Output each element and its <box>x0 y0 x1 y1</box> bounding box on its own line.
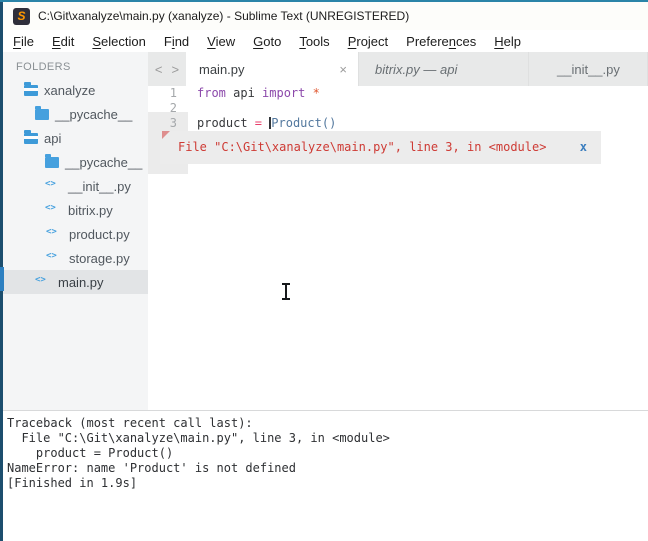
console-line: product = Product() <box>7 446 174 460</box>
code-line-1: from api import * <box>197 86 336 101</box>
menu-help[interactable]: Help <box>485 33 530 50</box>
tab-bitrix-py[interactable]: bitrix.py — api <box>358 52 528 86</box>
mouse-ibeam-cursor <box>281 283 291 300</box>
sidebar-item-storage-py[interactable]: storage.py <box>3 246 148 270</box>
sidebar-item-label: xanalyze <box>44 82 96 98</box>
tab-history-nav: < > <box>148 52 186 86</box>
window-border-top <box>0 0 648 2</box>
ibeam-stem <box>285 284 287 299</box>
tab-init-py[interactable]: __init__.py <box>528 52 648 86</box>
error-marker-icon <box>162 131 170 139</box>
menu-project[interactable]: Project <box>339 33 397 50</box>
sidebar-item-product-py[interactable]: product.py <box>3 222 148 246</box>
console-line: [Finished in 1.9s] <box>7 476 138 490</box>
sidebar-item-label: api <box>44 130 62 146</box>
phantom-close-icon[interactable]: x <box>580 131 587 164</box>
code-token: api <box>225 86 263 100</box>
console-line: File "C:\Git\xanalyze\main.py", line 3, … <box>7 431 390 445</box>
line-number-gutter[interactable]: 1 2 3 <box>148 86 185 131</box>
history-forward-icon[interactable]: > <box>172 62 180 77</box>
code-token: * <box>312 86 320 100</box>
line-number: 2 <box>169 101 177 115</box>
sidebar-item-init-py[interactable]: __init__.py <box>3 174 148 198</box>
sidebar-folders-panel: FOLDERS xanalyze __pycache__ api __pycac… <box>3 52 148 410</box>
line-number: 1 <box>169 86 177 100</box>
sidebar-item-label: product.py <box>69 226 130 242</box>
tab-label: __init__.py <box>557 61 620 77</box>
code-token: = <box>254 116 263 130</box>
selected-item-accent-bar <box>0 267 4 291</box>
folder-open-icon <box>24 81 38 96</box>
sidebar-item-xanalyze[interactable]: xanalyze <box>3 78 148 102</box>
code-text: from api import * product = Product() <box>197 86 336 131</box>
sidebar-item-label: __init__.py <box>68 178 131 194</box>
build-output-panel[interactable]: Traceback (most recent call last): File … <box>3 410 648 541</box>
build-error-phantom: File "C:\Git\xanalyze\main.py", line 3, … <box>160 131 601 164</box>
sidebar-item-pycache-1[interactable]: __pycache__ <box>3 102 148 126</box>
history-back-icon[interactable]: < <box>155 62 163 77</box>
window-title: C:\Git\xanalyze\main.py (xanalyze) - Sub… <box>38 9 410 23</box>
sidebar-item-label: bitrix.py <box>68 202 113 218</box>
console-line: Traceback (most recent call last): <box>7 416 253 430</box>
code-line-3: product = Product() <box>197 116 336 131</box>
sidebar-item-label: __pycache__ <box>65 154 143 170</box>
sidebar-item-api[interactable]: api <box>3 126 148 150</box>
menu-edit[interactable]: Edit <box>43 33 83 50</box>
sidebar-item-main-py[interactable]: main.py <box>3 270 148 294</box>
console-line: NameError: name 'Product' is not defined <box>7 461 296 475</box>
tab-bar: < > main.py × bitrix.py — api __init__.p… <box>148 52 648 86</box>
code-file-icon <box>45 179 62 192</box>
tab-label: main.py <box>199 61 245 77</box>
menu-goto[interactable]: Goto <box>244 33 290 50</box>
sidebar-item-bitrix-py[interactable]: bitrix.py <box>3 198 148 222</box>
code-file-icon <box>35 275 52 288</box>
menu-find[interactable]: Find <box>155 33 198 50</box>
tab-label: bitrix.py — api <box>375 61 458 77</box>
code-token: import <box>262 86 306 100</box>
menu-selection[interactable]: Selection <box>83 33 154 50</box>
code-file-icon <box>46 251 63 264</box>
folder-icon <box>45 153 59 168</box>
folder-open-icon <box>24 129 38 144</box>
tab-main-py[interactable]: main.py × <box>186 52 358 86</box>
folder-icon <box>35 105 49 120</box>
sidebar-item-label: main.py <box>58 274 104 290</box>
sidebar-item-pycache-2[interactable]: __pycache__ <box>3 150 148 174</box>
code-editor[interactable]: 1 2 3 from api import * product = Produc… <box>148 86 648 410</box>
code-file-icon <box>45 203 62 216</box>
line-number: 3 <box>169 116 177 130</box>
sidebar-item-label: storage.py <box>69 250 130 266</box>
code-token: product <box>197 116 255 130</box>
tab-close-icon[interactable]: × <box>339 62 347 77</box>
menu-preferences[interactable]: Preferences <box>397 33 485 50</box>
code-token: Product() <box>271 116 337 130</box>
menu-file[interactable]: File <box>4 33 43 50</box>
sublime-text-logo-icon: S <box>13 7 30 25</box>
menu-bar: File Edit Selection Find View Goto Tools… <box>3 30 648 52</box>
error-message: File "C:\Git\xanalyze\main.py", line 3, … <box>178 140 547 154</box>
title-bar[interactable]: S C:\Git\xanalyze\main.py (xanalyze) - S… <box>3 2 648 30</box>
menu-view[interactable]: View <box>198 33 244 50</box>
menu-tools[interactable]: Tools <box>290 33 338 50</box>
code-file-icon <box>46 227 63 240</box>
folders-header: FOLDERS <box>16 61 71 73</box>
sidebar-item-label: __pycache__ <box>55 106 133 122</box>
code-token: from <box>197 86 226 100</box>
